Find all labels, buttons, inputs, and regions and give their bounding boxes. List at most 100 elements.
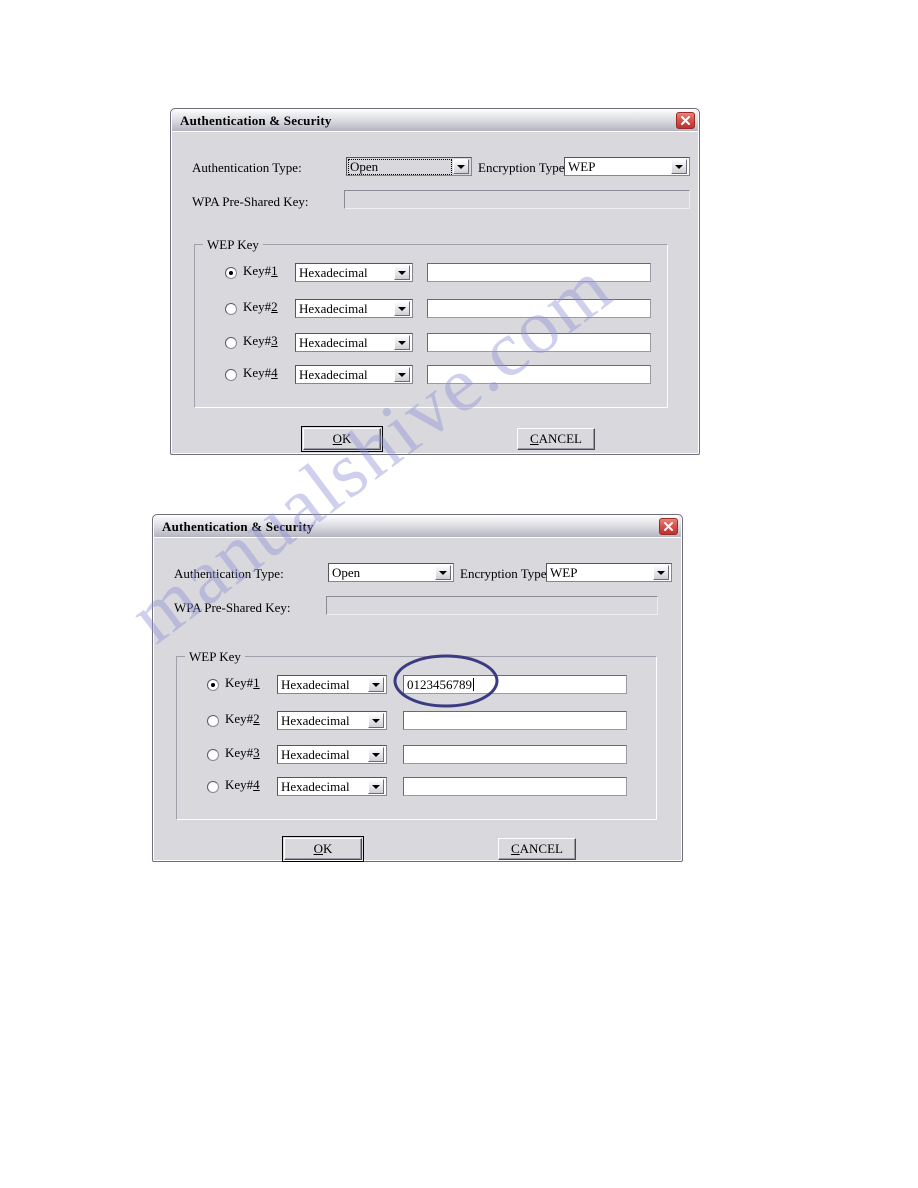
key3-label: Key#3 (243, 333, 278, 349)
chevron-down-icon[interactable] (368, 747, 384, 762)
key3-format-combo[interactable]: Hexadecimal (295, 333, 413, 352)
key1-format-combo[interactable]: Hexadecimal (295, 263, 413, 282)
chevron-down-icon[interactable] (671, 159, 687, 174)
key2-format-combo[interactable]: Hexadecimal (295, 299, 413, 318)
key4-value-input[interactable] (427, 365, 651, 384)
window-title: Authentication & Security (180, 112, 332, 128)
cancel-button-label: CANCEL (530, 431, 582, 447)
titlebar[interactable]: Authentication & Security (154, 516, 681, 538)
chevron-down-icon[interactable] (653, 565, 669, 580)
chevron-down-icon[interactable] (368, 713, 384, 728)
chevron-down-icon[interactable] (368, 779, 384, 794)
dialog-body: Authentication Type: Open Encryption Typ… (154, 537, 681, 862)
key1-format-value: Hexadecimal (281, 676, 350, 692)
key3-radio[interactable] (225, 337, 237, 349)
titlebar[interactable]: Authentication & Security (172, 110, 698, 132)
ok-mnemonic: O (313, 841, 323, 856)
close-icon[interactable] (676, 112, 695, 129)
key3-label-mnemonic: 3 (253, 745, 260, 760)
key4-format-value: Hexadecimal (299, 366, 368, 382)
key3-label-mnemonic: 3 (271, 333, 278, 348)
authentication-type-value: Open (348, 158, 452, 175)
wpa-preshared-key-input[interactable] (344, 190, 690, 209)
key1-radio[interactable] (207, 679, 219, 691)
key1-value-input[interactable] (427, 263, 651, 282)
key2-label-prefix: Key# (225, 711, 254, 726)
chevron-down-icon[interactable] (394, 335, 410, 350)
encryption-type-combo[interactable]: WEP (546, 563, 672, 582)
text-caret (473, 678, 474, 691)
key4-label-mnemonic: 4 (271, 365, 278, 380)
radio-dot (229, 271, 233, 275)
key4-value-input[interactable] (403, 777, 627, 796)
wpa-preshared-key-label: WPA Pre-Shared Key: (174, 600, 291, 615)
dialog-body: Authentication Type: Open Encryption Typ… (172, 131, 698, 453)
encryption-type-value: WEP (568, 158, 596, 174)
cancel-button[interactable]: CANCEL (517, 428, 595, 450)
key4-radio[interactable] (225, 369, 237, 381)
key3-label-prefix: Key# (225, 745, 254, 760)
wep-key-groupbox: WEP Key Key#1 Hexadecimal Key#2 Hexadeci… (194, 237, 668, 408)
cancel-button[interactable]: CANCEL (498, 838, 576, 860)
key4-label: Key#4 (225, 777, 260, 793)
key1-radio[interactable] (225, 267, 237, 279)
key3-radio[interactable] (207, 749, 219, 761)
key2-label: Key#2 (225, 711, 260, 727)
key3-value-input[interactable] (403, 745, 627, 764)
chevron-down-icon[interactable] (394, 367, 410, 382)
key4-format-combo[interactable]: Hexadecimal (277, 777, 387, 796)
window-title: Authentication & Security (162, 518, 314, 534)
cancel-mnemonic: C (529, 431, 539, 446)
key1-label: Key#1 (225, 675, 260, 691)
wep-key-group-label: WEP Key (203, 237, 263, 253)
key1-label-mnemonic: 1 (271, 263, 278, 278)
key3-label: Key#3 (225, 745, 260, 761)
key3-format-combo[interactable]: Hexadecimal (277, 745, 387, 764)
wpa-preshared-key-label: WPA Pre-Shared Key: (192, 194, 309, 209)
chevron-down-icon[interactable] (394, 265, 410, 280)
key1-format-combo[interactable]: Hexadecimal (277, 675, 387, 694)
key3-label-prefix: Key# (243, 333, 272, 348)
key1-label-prefix: Key# (225, 675, 254, 690)
chevron-down-icon[interactable] (453, 159, 469, 174)
chevron-down-icon[interactable] (394, 301, 410, 316)
auth-security-dialog-1: Authentication & Security Authentication… (170, 108, 700, 455)
key4-label: Key#4 (243, 365, 278, 381)
cancel-rest: ANCEL (538, 431, 582, 446)
ok-button[interactable]: OK (301, 426, 383, 452)
ok-mnemonic: O (332, 431, 342, 446)
encryption-type-value: WEP (550, 564, 578, 580)
ok-button-label: OK (314, 841, 333, 857)
wpa-preshared-key-input[interactable] (326, 596, 658, 615)
auth-security-dialog-2: Authentication & Security Authentication… (152, 514, 683, 862)
key4-format-value: Hexadecimal (281, 778, 350, 794)
encryption-type-combo[interactable]: WEP (564, 157, 690, 176)
key2-value-input[interactable] (427, 299, 651, 318)
key4-radio[interactable] (207, 781, 219, 793)
key3-value-input[interactable] (427, 333, 651, 352)
key2-format-value: Hexadecimal (299, 300, 368, 316)
ok-button[interactable]: OK (282, 836, 364, 862)
authentication-type-combo[interactable]: Open (346, 157, 472, 176)
key2-radio[interactable] (225, 303, 237, 315)
chevron-down-icon[interactable] (435, 565, 451, 580)
key4-label-mnemonic: 4 (253, 777, 260, 792)
key3-format-value: Hexadecimal (281, 746, 350, 762)
key4-format-combo[interactable]: Hexadecimal (295, 365, 413, 384)
key2-radio[interactable] (207, 715, 219, 727)
key2-format-value: Hexadecimal (281, 712, 350, 728)
key2-format-combo[interactable]: Hexadecimal (277, 711, 387, 730)
key1-value-input[interactable]: 0123456789 (403, 675, 627, 694)
key3-format-value: Hexadecimal (299, 334, 368, 350)
chevron-down-icon[interactable] (368, 677, 384, 692)
close-icon[interactable] (659, 518, 678, 535)
key2-label: Key#2 (243, 299, 278, 315)
radio-dot (211, 683, 215, 687)
encryption-type-label: Encryption Type: (460, 566, 551, 581)
key1-value-text: 0123456789 (407, 676, 472, 692)
authentication-type-label: Authentication Type: (174, 566, 284, 581)
key2-value-input[interactable] (403, 711, 627, 730)
authentication-type-combo[interactable]: Open (328, 563, 454, 582)
key2-label-prefix: Key# (243, 299, 272, 314)
key1-label-prefix: Key# (243, 263, 272, 278)
